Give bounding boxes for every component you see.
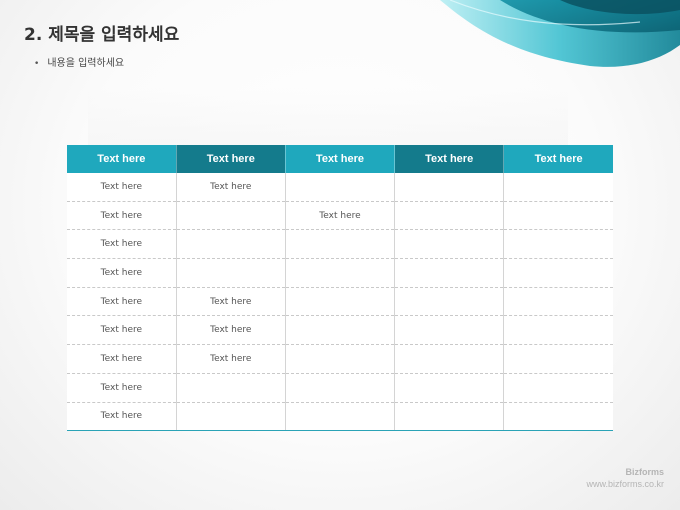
table-cell (394, 315, 505, 346)
data-table: Text here Text here Text here Text here … (67, 145, 613, 432)
table-cell (176, 402, 286, 432)
table-cell: Text here (176, 173, 286, 202)
table-cell (503, 258, 613, 288)
brand-footer: Bizforms www.bizforms.co.kr (586, 467, 664, 489)
table-cell (285, 373, 396, 403)
table-cell (285, 344, 396, 374)
table-cell (176, 373, 286, 403)
bullet-text: 내용을 입력하세요 (47, 58, 125, 69)
table-cell (285, 315, 396, 346)
table-row: Text here Text here (67, 315, 613, 346)
column-header: Text here (67, 145, 177, 173)
page-title: 2. 제목을 입력하세요 (24, 25, 180, 45)
table-row: Text here (67, 402, 613, 432)
table-cell: Text here (67, 258, 177, 288)
table-cell: Text here (67, 287, 177, 317)
column-header: Text here (285, 145, 396, 173)
table-cell: Text here (176, 315, 286, 346)
decorative-wave-graphic (440, 0, 680, 67)
table-cell: Text here (67, 201, 177, 231)
table-cell (394, 258, 505, 288)
column-header: Text here (394, 145, 505, 173)
table-row: Text here (67, 229, 613, 260)
table-cell (503, 229, 613, 260)
table-cell: Text here (176, 344, 286, 374)
table-cell (503, 173, 613, 202)
table-cell (503, 344, 613, 374)
table-cell (394, 201, 505, 231)
table-row: Text here (67, 258, 613, 288)
table-cell (285, 402, 396, 432)
table-cell (176, 201, 286, 231)
table-cell: Text here (67, 173, 177, 202)
table-cell (394, 344, 505, 374)
bullet-item: • 내용을 입력하세요 (34, 54, 124, 69)
table-cell: Text here (67, 373, 177, 403)
table-cell (394, 229, 505, 260)
column-header: Text here (503, 145, 613, 173)
table-cell (503, 402, 613, 432)
table-cell (285, 287, 396, 317)
soft-shadow-panel (88, 88, 568, 148)
table-header-row: Text here Text here Text here Text here … (67, 145, 613, 173)
column-header: Text here (176, 145, 286, 173)
table-cell (394, 173, 505, 202)
table-cell (285, 258, 396, 288)
table-cell (176, 229, 286, 260)
table-row: Text here (67, 373, 613, 403)
table-cell (394, 287, 505, 317)
table-row: Text here Text here (67, 201, 613, 231)
table-cell: Text here (67, 229, 177, 260)
table-cell: Text here (176, 287, 286, 317)
table-cell (394, 373, 505, 403)
table-body: Text here Text here Text here Text here Text… (67, 173, 613, 432)
table-cell (176, 258, 286, 288)
table-row: Text here Text here (67, 287, 613, 317)
slide: 2. 제목을 입력하세요 • 내용을 입력하세요 Text here Text h… (0, 0, 680, 510)
brand-url: www.bizforms.co.kr (586, 479, 664, 489)
brand-name: Bizforms (625, 467, 664, 477)
table-cell: Text here (67, 402, 177, 432)
table-cell (285, 229, 396, 260)
table-cell (503, 201, 613, 231)
table-row: Text here Text here (67, 344, 613, 374)
table-cell: Text here (67, 315, 177, 346)
table-cell: Text here (67, 344, 177, 374)
table-cell (503, 287, 613, 317)
table-cell (394, 402, 505, 432)
table-cell (503, 315, 613, 346)
bullet-symbol: • (34, 59, 40, 69)
table-row: Text here Text here (67, 173, 613, 202)
table-cell (503, 373, 613, 403)
table-cell (285, 173, 396, 202)
table-cell: Text here (285, 201, 396, 231)
